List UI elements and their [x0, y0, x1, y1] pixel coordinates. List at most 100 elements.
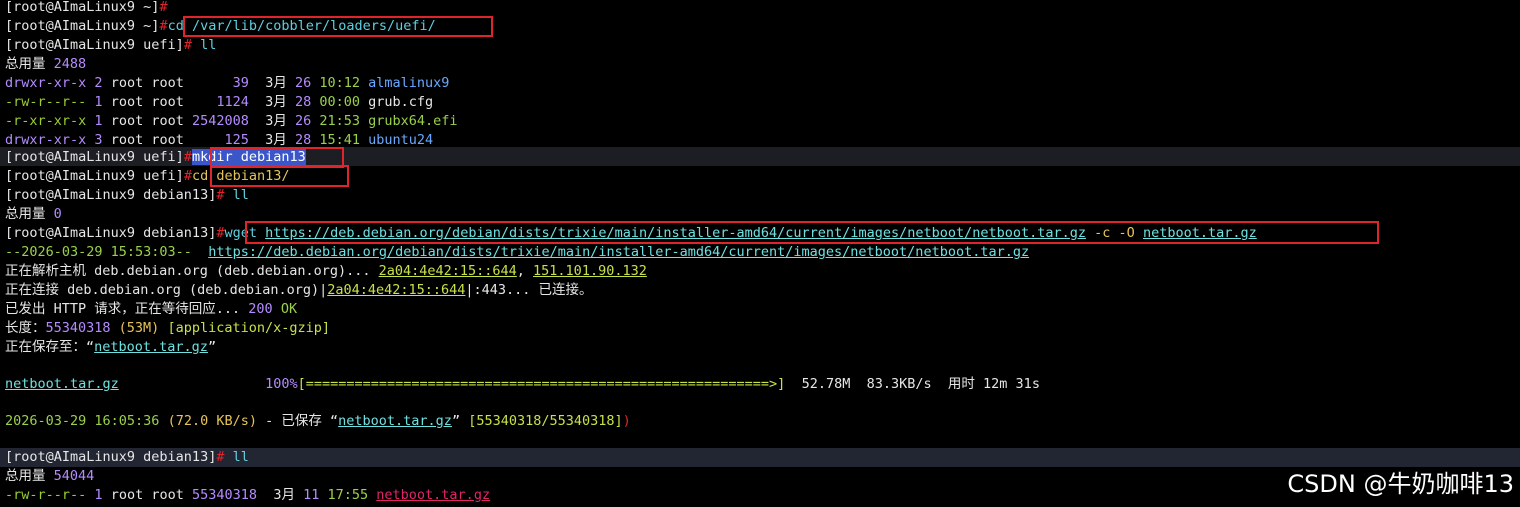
- terminal-line: 正在连接 deb.debian.org (deb.debian.org)|2a0…: [5, 281, 593, 300]
- file-time: 21:53: [319, 113, 361, 129]
- file-links: 1: [94, 94, 103, 110]
- terminal-line: 总用量 0: [5, 205, 62, 224]
- prompt-hash: #: [183, 168, 192, 184]
- prompt-hash: #: [183, 149, 192, 165]
- file-time: 10:12: [319, 75, 361, 91]
- watermark: CSDN @牛奶咖啡13: [1287, 470, 1514, 498]
- progress-time: 12m 31s: [983, 376, 1040, 392]
- file-perm: drwxr-xr-x: [5, 75, 87, 91]
- file-day: 26: [294, 113, 312, 129]
- prompt: [root@AImaLinux9 uefi]: [5, 168, 184, 184]
- file-links: 1: [94, 113, 103, 129]
- file-month: 3月: [265, 113, 287, 129]
- length-value: 55340318: [45, 320, 111, 336]
- done-rate: (72.0 KB/s): [167, 413, 257, 429]
- file-month: 3月: [265, 132, 287, 148]
- file-size: 2542008: [192, 113, 249, 129]
- file-month: 3月: [265, 75, 287, 91]
- command-text: ll: [232, 449, 249, 465]
- ipv4-address: 151.101.90.132: [533, 263, 647, 279]
- terminal-line: [root@AImaLinux9 uefi]# ll: [5, 36, 216, 55]
- terminal-line: --2026-03-29 15:53:03-- https://deb.debi…: [5, 243, 1029, 262]
- file-size: 39: [232, 75, 249, 91]
- file-links: 2: [94, 75, 103, 91]
- file-links: 3: [94, 132, 103, 148]
- terminal-line: [root@AImaLinux9 ~]#: [5, 0, 168, 17]
- file-owner: root: [110, 487, 144, 503]
- file-time: 00:00: [319, 94, 360, 110]
- length-type: [application/x-gzip]: [167, 320, 331, 336]
- terminal-line: 总用量 54044: [5, 467, 94, 486]
- resolve-text: 正在解析主机 deb.debian.org (deb.debian.org)..…: [5, 263, 379, 279]
- saving-file[interactable]: netboot.tar.gz: [94, 339, 208, 355]
- terminal-line: 已发出 HTTP 请求，正在等待回应... 200 OK: [5, 300, 297, 319]
- done-mid: - 已保存: [256, 413, 330, 429]
- file-owner: root: [110, 113, 144, 129]
- total-label: 总用量: [5, 56, 46, 72]
- terminal-window[interactable]: [root@AImaLinux9 ~]# [root@AImaLinux9 ~]…: [0, 0, 1520, 507]
- file-perm: drwxr-xr-x: [5, 132, 87, 148]
- file-name[interactable]: netboot.tar.gz: [376, 487, 490, 503]
- prompt-hash: #: [159, 18, 168, 34]
- prompt-hash: #: [183, 37, 192, 53]
- ipv6-address: 2a04:4e42:15::644: [378, 263, 517, 279]
- file-owner: root: [110, 132, 144, 148]
- total-label: 总用量: [5, 206, 46, 222]
- prompt-hash: #: [216, 187, 225, 203]
- file-perm: -rw-r--r--: [5, 94, 87, 110]
- file-size: 1124: [216, 94, 249, 110]
- terminal-line: 2026-03-29 16:05:36 (72.0 KB/s) - 已保存 “n…: [5, 413, 631, 429]
- terminal-line: [root@AImaLinux9 debian13]# ll: [5, 186, 249, 205]
- file-group: root: [151, 132, 184, 148]
- file-size: 55340318: [192, 487, 258, 503]
- prompt-hash: #: [216, 449, 225, 465]
- progress-time-label: 用时: [947, 376, 975, 392]
- progress-file[interactable]: netboot.tar.gz: [5, 376, 119, 392]
- connect-ip: 2a04:4e42:15::644: [327, 282, 466, 298]
- file-links: 1: [94, 487, 103, 503]
- done-bytes: [55340318/55340318]: [468, 413, 623, 429]
- command-text: ll: [232, 187, 249, 203]
- file-name: grubx64.efi: [368, 113, 458, 129]
- terminal-line: [root@AImaLinux9 debian13]# ll: [5, 448, 249, 467]
- progress-bar: [=======================================…: [297, 376, 786, 392]
- file-size: 125: [224, 132, 249, 148]
- annotation-box: [183, 16, 493, 37]
- file-name: ubuntu24: [368, 132, 434, 148]
- file-time: 17:55: [327, 487, 369, 503]
- done-time: 2026-03-29 16:05:36: [5, 413, 160, 429]
- file-time: 15:41: [319, 132, 360, 148]
- file-day: 28: [294, 94, 312, 110]
- done-file[interactable]: netboot.tar.gz: [338, 413, 452, 429]
- total-value: 54044: [53, 468, 95, 484]
- connect-text: 正在连接 deb.debian.org (deb.debian.org)|: [5, 282, 328, 298]
- terminal-line: 总用量 2488: [5, 55, 86, 74]
- terminal-line: 正在保存至：“netboot.tar.gz”: [5, 339, 217, 355]
- terminal-line: 正在解析主机 deb.debian.org (deb.debian.org)..…: [5, 263, 647, 279]
- total-value: 0: [53, 206, 62, 222]
- wget-start-time: --2026-03-29 15:53:03--: [5, 244, 192, 260]
- prompt: [root@AImaLinux9 ~]: [5, 18, 160, 34]
- annotation-box: [245, 221, 1379, 244]
- annotation-box: [210, 165, 349, 187]
- terminal-line: 长度：55340318 (53M) [application/x-gzip]: [5, 319, 330, 338]
- command-text: ll: [200, 37, 217, 53]
- file-group: root: [151, 75, 184, 91]
- progress-rate: 83.3KB/s: [866, 376, 932, 392]
- prompt: [root@AImaLinux9 uefi]: [5, 149, 184, 165]
- prompt: [root@AImaLinux9 debian13]: [5, 187, 217, 203]
- wget-url-echo[interactable]: https://deb.debian.org/debian/dists/trix…: [208, 244, 1029, 260]
- list-item: drwxr-xr-x 2 root root 39 3月 26 10:12 al…: [5, 74, 449, 93]
- file-perm: -rw-r--r--: [5, 487, 87, 503]
- prompt: [root@AImaLinux9 uefi]: [5, 37, 184, 53]
- file-name: almalinux9: [368, 75, 450, 91]
- prompt: [root@AImaLinux9 debian13]: [5, 225, 217, 241]
- file-day: 28: [294, 132, 312, 148]
- file-month: 3月: [265, 94, 287, 110]
- total-label: 总用量: [5, 468, 46, 484]
- prompt: [root@AImaLinux9 debian13]: [5, 449, 217, 465]
- file-group: root: [151, 487, 184, 503]
- file-group: root: [151, 113, 184, 129]
- file-perm: -r-xr-xr-x: [5, 113, 87, 129]
- prompt-hash: #: [159, 0, 168, 15]
